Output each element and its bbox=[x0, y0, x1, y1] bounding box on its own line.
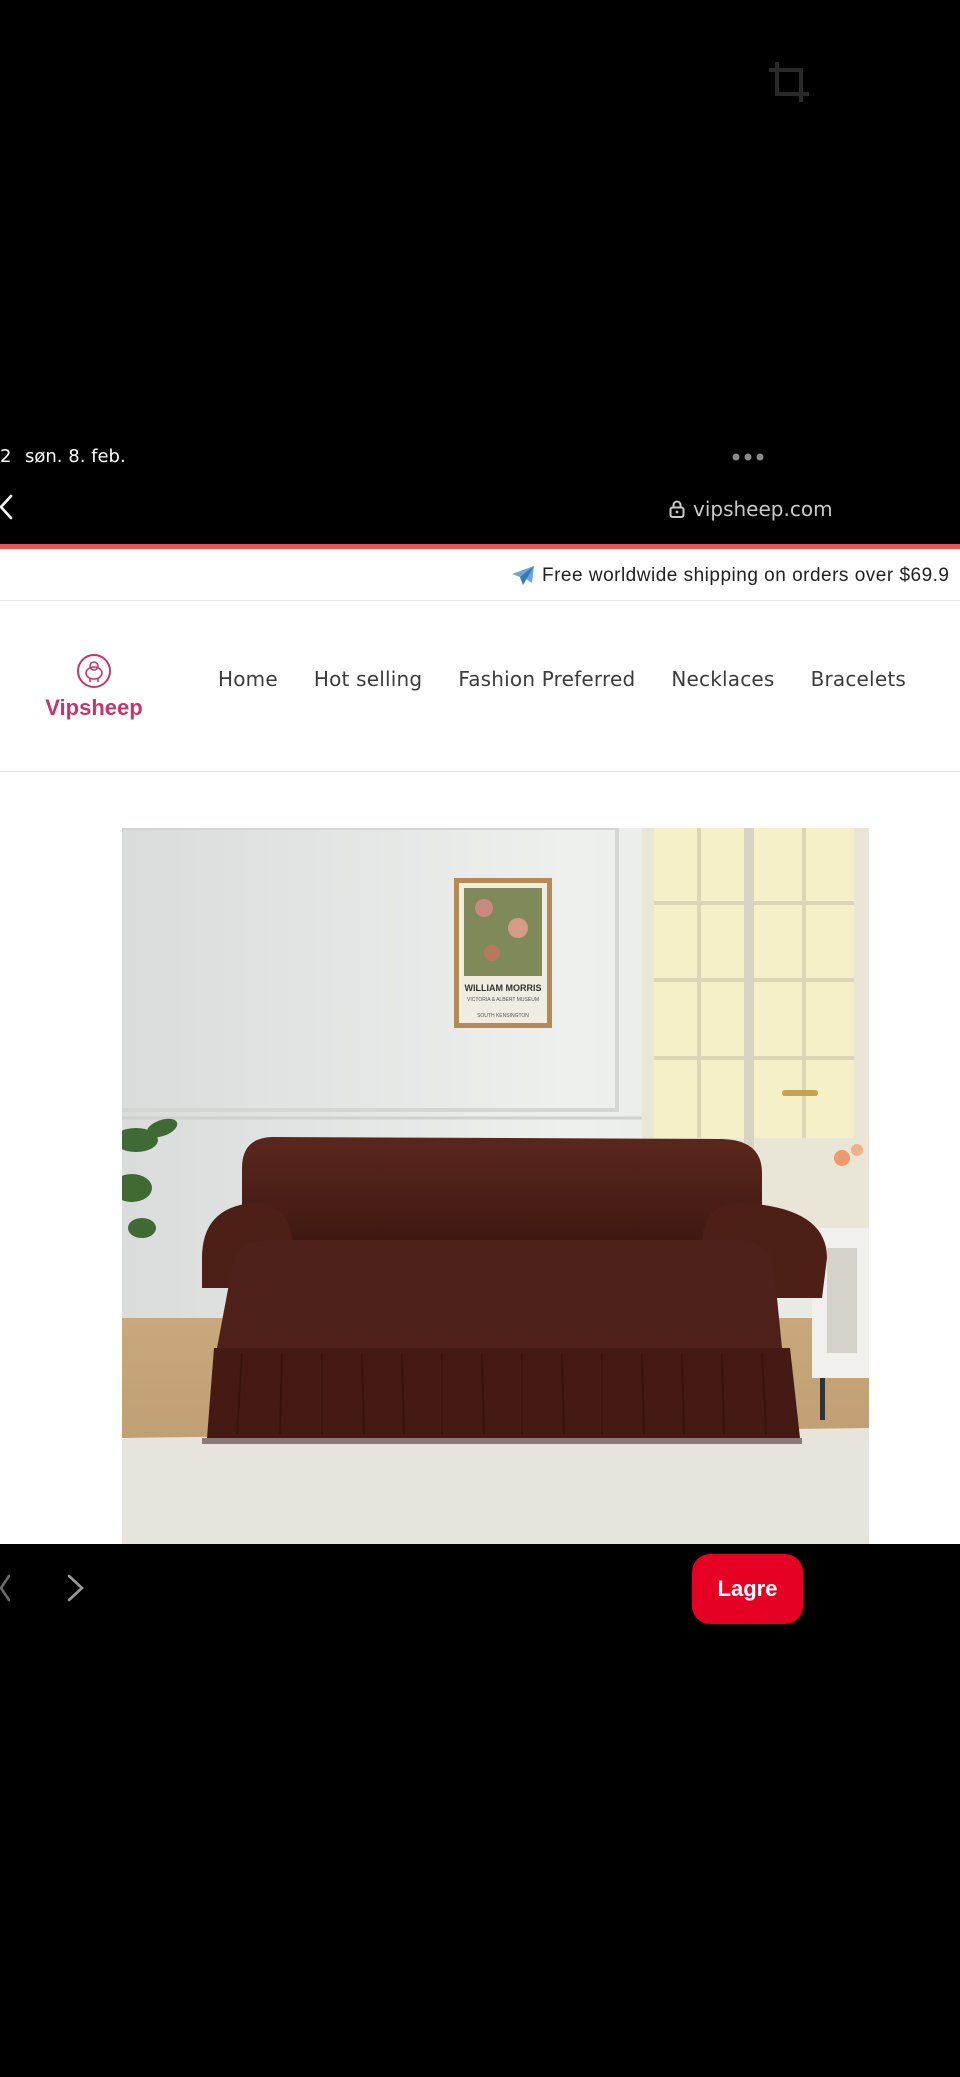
site-header: Vipsheep Home Hot selling Fashion Prefer… bbox=[0, 601, 960, 771]
announcement: Free worldwide shipping on orders over $… bbox=[510, 563, 950, 589]
back-chevron-icon[interactable] bbox=[0, 492, 14, 522]
logo-text: Vipsheep bbox=[45, 695, 143, 720]
store-logo[interactable]: Vipsheep bbox=[40, 651, 148, 731]
announcement-text: Free worldwide shipping on orders over $… bbox=[542, 565, 950, 586]
status-time: 2 bbox=[0, 446, 12, 467]
webpage-viewport: Free worldwide shipping on orders over $… bbox=[0, 544, 960, 1544]
nav-bracelets[interactable]: Bracelets bbox=[811, 667, 906, 691]
nav-necklaces[interactable]: Necklaces bbox=[671, 667, 774, 691]
airplane-icon bbox=[512, 566, 534, 585]
nav-fashion-preferred[interactable]: Fashion Preferred bbox=[458, 667, 635, 691]
status-date: søn. 8. feb. bbox=[25, 446, 126, 467]
lock-icon bbox=[669, 500, 685, 518]
announcement-bar: Free worldwide shipping on orders over $… bbox=[0, 549, 960, 597]
main-nav: Home Hot selling Fashion Preferred Neckl… bbox=[218, 667, 942, 691]
nav-home[interactable]: Home bbox=[218, 667, 278, 691]
crop-icon[interactable] bbox=[765, 58, 813, 106]
next-chevron-icon[interactable] bbox=[66, 1572, 86, 1604]
divider bbox=[0, 771, 960, 772]
more-dots-icon[interactable] bbox=[732, 453, 764, 461]
poster-subtitle-1: VICTORIA & ALBERT MUSEUM bbox=[467, 997, 539, 1003]
poster-subtitle-2: SOUTH KENSINGTON bbox=[477, 1013, 529, 1019]
prev-chevron-icon[interactable] bbox=[0, 1572, 10, 1604]
url-text: vipsheep.com bbox=[693, 497, 833, 521]
nav-hot-selling[interactable]: Hot selling bbox=[314, 667, 422, 691]
product-image[interactable]: WILLIAM MORRIS VICTORIA & ALBERT MUSEUM … bbox=[122, 828, 869, 1544]
poster-title: WILLIAM MORRIS bbox=[465, 983, 542, 993]
sheep-logo-icon bbox=[77, 654, 111, 688]
save-button[interactable]: Lagre bbox=[692, 1554, 803, 1624]
url-bar[interactable]: vipsheep.com bbox=[669, 494, 833, 524]
